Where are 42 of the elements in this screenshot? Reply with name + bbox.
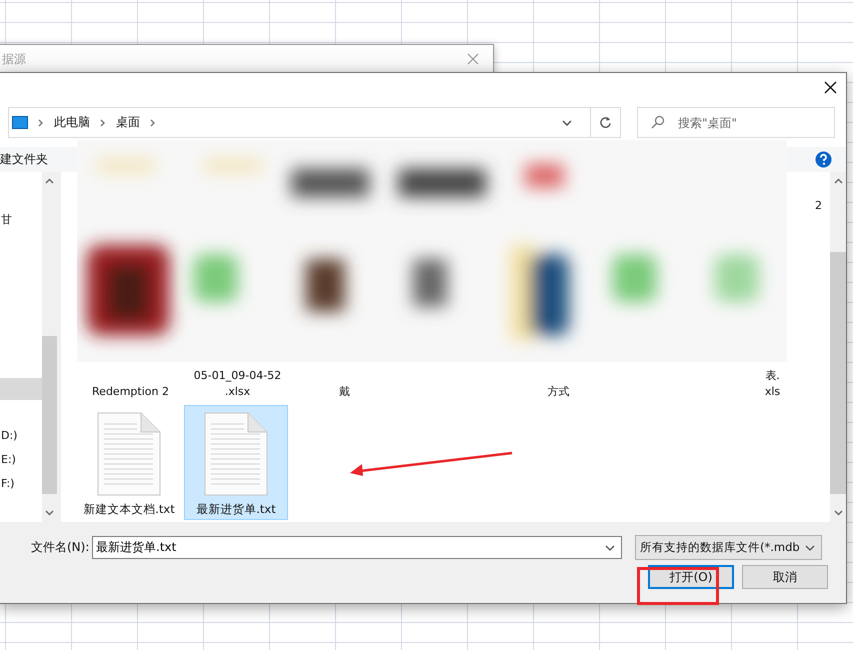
file-name-field[interactable]: 最新进货单.txt: [92, 536, 622, 559]
help-icon[interactable]: [815, 151, 832, 168]
search-icon: [651, 115, 665, 129]
file-label: 方式: [548, 384, 570, 400]
file-item[interactable]: 最新进货单.txt: [184, 405, 288, 520]
scroll-down-icon[interactable]: [834, 510, 842, 516]
chevron-icon: [38, 118, 44, 126]
scroll-down-icon[interactable]: [45, 510, 54, 516]
search-field[interactable]: 搜索"桌面": [637, 107, 835, 138]
scroll-up-icon[interactable]: [45, 178, 54, 184]
file-label: .xlsx: [224, 384, 250, 400]
file-label: Redemption 2: [92, 384, 169, 400]
chevron-icon: [150, 118, 156, 126]
close-icon[interactable]: [824, 80, 837, 94]
new-folder-button[interactable]: 建文件夹: [0, 151, 48, 168]
dropdown-icon: [805, 544, 815, 550]
file-item[interactable]: 新建文本文档.txt: [77, 405, 181, 520]
chevron-icon: [100, 118, 106, 126]
text-file-icon: [97, 412, 161, 496]
nav-item[interactable]: E:): [0, 448, 42, 472]
file-label: 05-01_09-04-52: [194, 368, 282, 384]
breadcrumb-item[interactable]: 桌面: [116, 114, 140, 131]
address-bar[interactable]: 此电脑 桌面: [8, 107, 621, 138]
refresh-icon[interactable]: [599, 116, 612, 129]
file-label: 表.: [765, 368, 780, 384]
dropdown-icon[interactable]: [562, 120, 572, 126]
file-type-dropdown[interactable]: 所有支持的数据库文件(*.mdb: [635, 535, 822, 560]
nav-item[interactable]: 甘: [0, 208, 42, 232]
file-name-label: 文件名(N):: [31, 539, 90, 556]
breadcrumb-item[interactable]: 此电脑: [54, 114, 90, 131]
nav-item[interactable]: F:): [0, 472, 42, 496]
text-file-icon: [204, 412, 268, 496]
computer-icon: [12, 116, 28, 129]
window-title: 据源: [2, 51, 26, 68]
file-label: 戴: [339, 384, 350, 400]
cancel-button[interactable]: 取消: [742, 565, 828, 589]
file-label: xls: [764, 384, 780, 400]
dropdown-icon[interactable]: [605, 545, 615, 551]
scrollbar[interactable]: [830, 172, 846, 522]
file-label: 2: [815, 198, 822, 214]
nav-item[interactable]: D:): [0, 424, 42, 448]
scroll-up-icon[interactable]: [834, 178, 842, 184]
